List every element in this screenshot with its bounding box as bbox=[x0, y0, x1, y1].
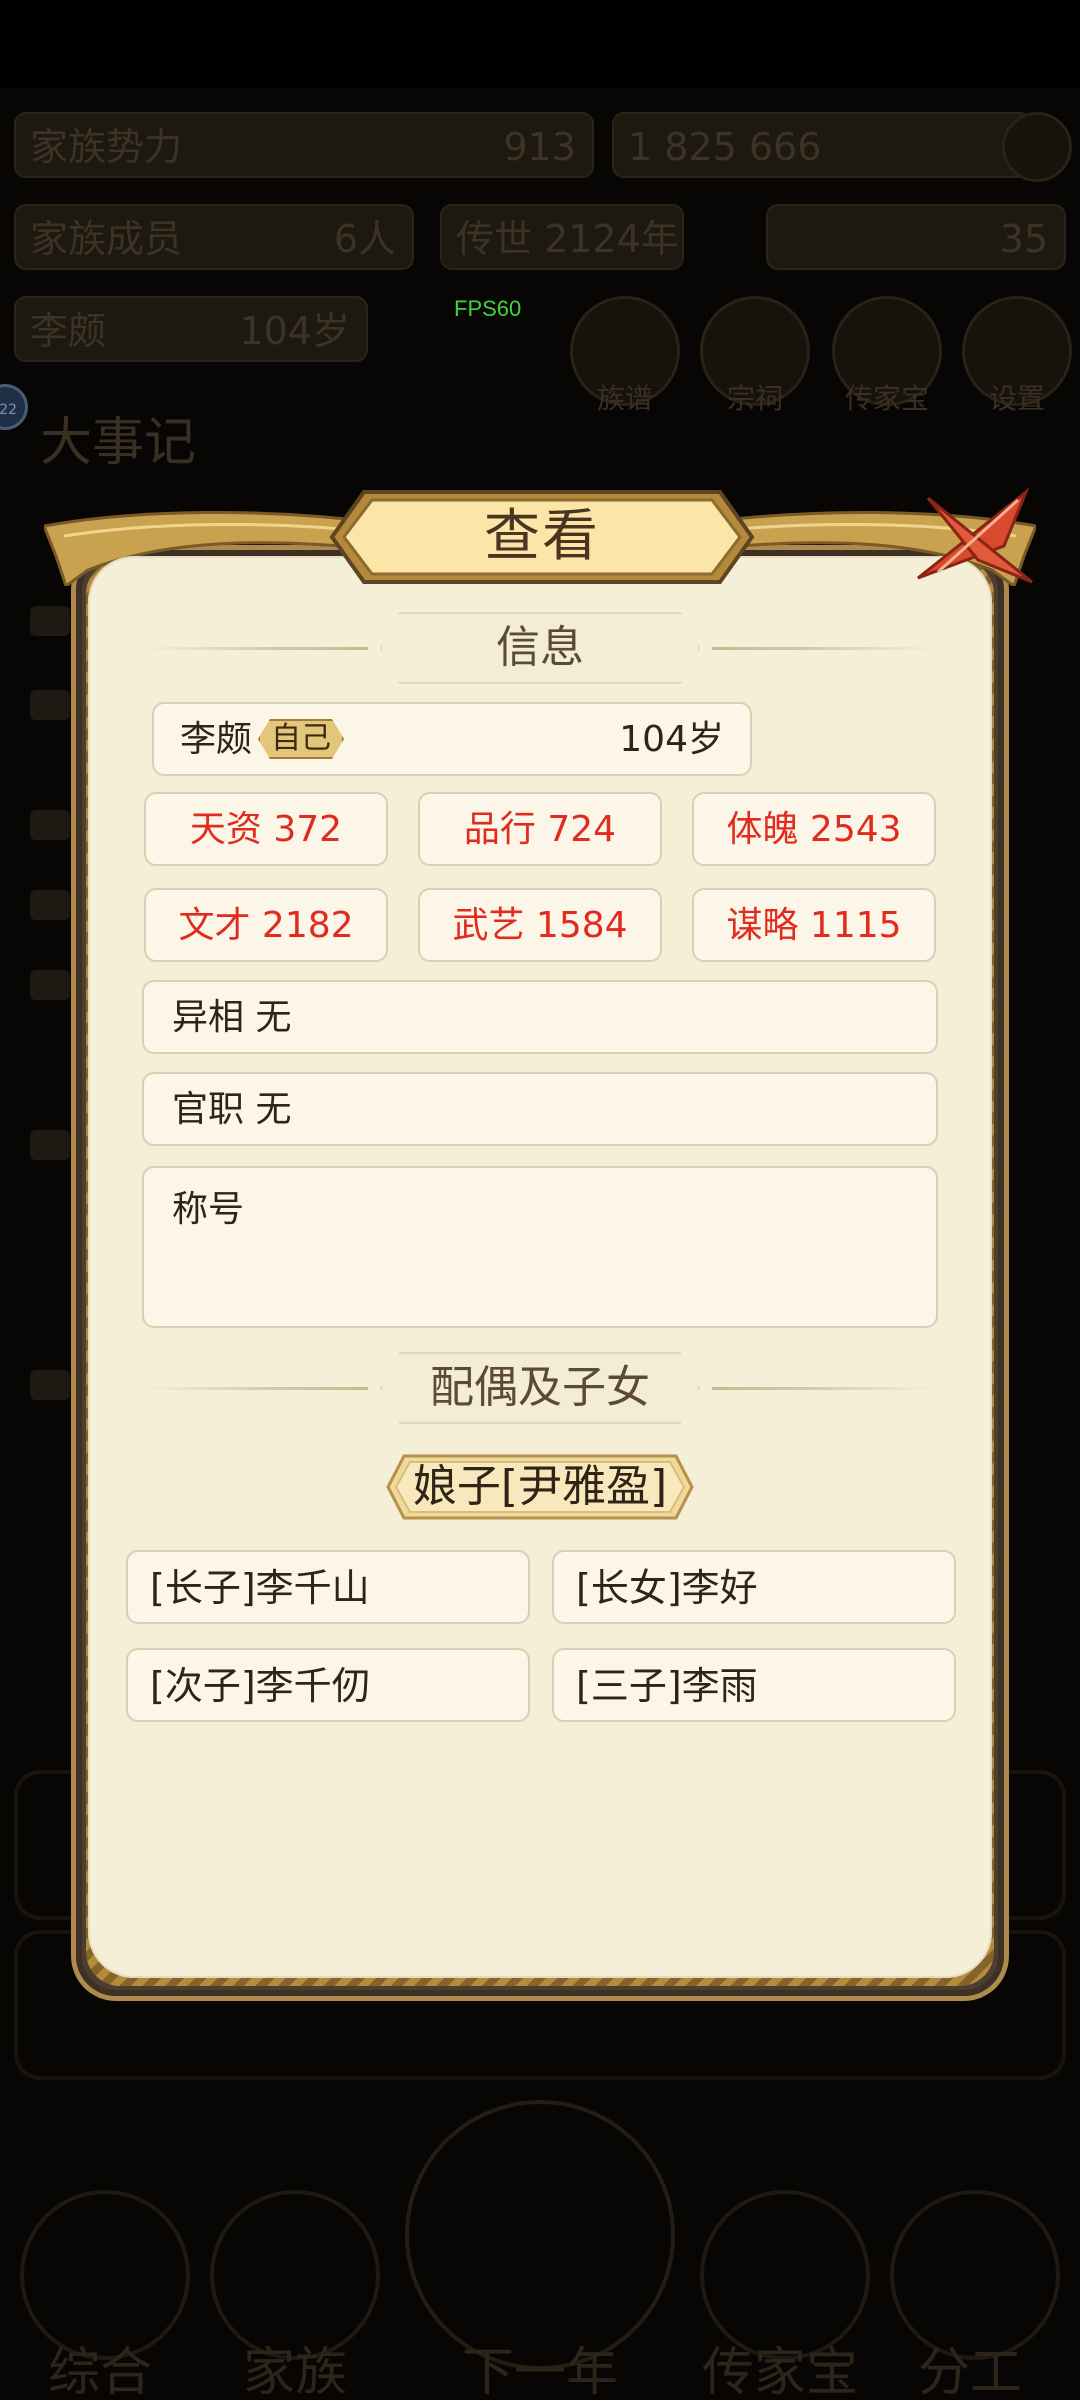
spouse-name[interactable]: 娘子[尹雅盈] bbox=[386, 1454, 694, 1520]
person-name-row: 李颇 自己 104岁 bbox=[152, 702, 752, 776]
settings-button-label: 设置 bbox=[988, 382, 1045, 415]
year-pill: 传世 2124年 bbox=[440, 204, 684, 270]
self-tag: 自己 bbox=[258, 719, 344, 759]
members-label: 家族成员 bbox=[30, 217, 183, 261]
family-power-label: 家族势力 bbox=[30, 125, 183, 169]
notice-badge[interactable]: 22 bbox=[0, 384, 28, 430]
info-section-title: 信息 bbox=[496, 622, 584, 673]
nav-family-label: 家族 bbox=[242, 2343, 347, 2400]
child-item[interactable]: [长子]李千山 bbox=[126, 1550, 530, 1624]
header-rule-left bbox=[142, 1387, 368, 1390]
child-item[interactable]: [三子]李雨 bbox=[552, 1648, 956, 1722]
year-label: 传世 2124年 bbox=[456, 217, 679, 261]
heirloom-button-label: 传家宝 bbox=[844, 382, 929, 415]
event-marker bbox=[30, 1130, 70, 1160]
event-marker bbox=[30, 606, 70, 636]
trait-field: 异相 无 bbox=[142, 980, 938, 1054]
fps-counter: FPS60 bbox=[454, 296, 522, 321]
members-value: 6人 bbox=[333, 217, 396, 261]
genealogy-button[interactable]: 族谱 bbox=[570, 296, 680, 415]
info-section-header: 信息 bbox=[142, 612, 938, 684]
event-marker bbox=[30, 1370, 70, 1400]
currency-pill: 1 825 666 bbox=[612, 112, 1032, 178]
screen: 家族势力 913 1 825 666 家族成员 6人 传世 2124年 35 李… bbox=[0, 0, 1080, 2400]
stat-talent: 天资 372 bbox=[144, 792, 388, 866]
genealogy-button-label: 族谱 bbox=[596, 382, 653, 415]
family-section-header: 配偶及子女 bbox=[142, 1352, 938, 1424]
nav-next-year-label: 下一年 bbox=[461, 2343, 618, 2400]
age-pill: 李颇 104岁 bbox=[14, 296, 368, 362]
honorific-field: 称号 bbox=[142, 1166, 938, 1328]
family-section-title: 配偶及子女 bbox=[430, 1362, 650, 1413]
honorific-label: 称号 bbox=[172, 1189, 245, 1230]
resource-value: 35 bbox=[999, 217, 1048, 261]
close-icon[interactable] bbox=[908, 486, 1038, 596]
currency-value: 1 825 666 bbox=[628, 125, 822, 169]
person-age: 104岁 bbox=[619, 719, 724, 760]
dialog-title: 查看 bbox=[484, 504, 600, 569]
nav-overview-label: 综合 bbox=[47, 2343, 152, 2400]
family-power-pill: 家族势力 913 bbox=[14, 112, 594, 178]
nav-division-label: 分工 bbox=[917, 2343, 1022, 2400]
event-marker bbox=[30, 970, 70, 1000]
event-marker bbox=[30, 690, 70, 720]
stat-martial: 武艺 1584 bbox=[418, 888, 662, 962]
child-item[interactable]: [次子]李千仞 bbox=[126, 1648, 530, 1722]
event-marker bbox=[30, 890, 70, 920]
members-pill: 家族成员 6人 bbox=[14, 204, 414, 270]
trait-text: 异相 无 bbox=[172, 997, 292, 1038]
stat-literary: 文才 2182 bbox=[144, 888, 388, 962]
age-pill-name: 李颇 bbox=[30, 309, 107, 353]
stat-conduct: 品行 724 bbox=[418, 792, 662, 866]
family-power-value: 913 bbox=[503, 125, 576, 169]
nav-heirloom-label: 传家宝 bbox=[701, 2343, 858, 2400]
child-item[interactable]: [长女]李好 bbox=[552, 1550, 956, 1624]
official-post-field: 官职 无 bbox=[142, 1072, 938, 1146]
help-icon[interactable] bbox=[1002, 112, 1072, 182]
stat-strategy: 谋略 1115 bbox=[692, 888, 936, 962]
person-name: 李颇 bbox=[180, 719, 253, 760]
resource-pill: 35 bbox=[766, 204, 1066, 270]
header-rule-right bbox=[712, 1387, 938, 1390]
header-rule-right bbox=[712, 647, 938, 650]
age-pill-value: 104岁 bbox=[239, 309, 350, 353]
official-post-text: 官职 无 bbox=[172, 1089, 292, 1130]
header-rule-left bbox=[142, 647, 368, 650]
stat-physique: 体魄 2543 bbox=[692, 792, 936, 866]
ancestral-hall-button-label: 宗祠 bbox=[726, 382, 783, 415]
ancestral-hall-button[interactable]: 宗祠 bbox=[700, 296, 810, 415]
heirloom-button[interactable]: 传家宝 bbox=[832, 296, 942, 415]
status-bar bbox=[0, 0, 1080, 88]
events-title: 大事记 bbox=[40, 413, 197, 473]
settings-button[interactable]: 设置 bbox=[962, 296, 1072, 415]
bottom-nav: 综合 家族 下一年 传家宝 分工 bbox=[0, 2100, 1080, 2400]
event-marker bbox=[30, 810, 70, 840]
